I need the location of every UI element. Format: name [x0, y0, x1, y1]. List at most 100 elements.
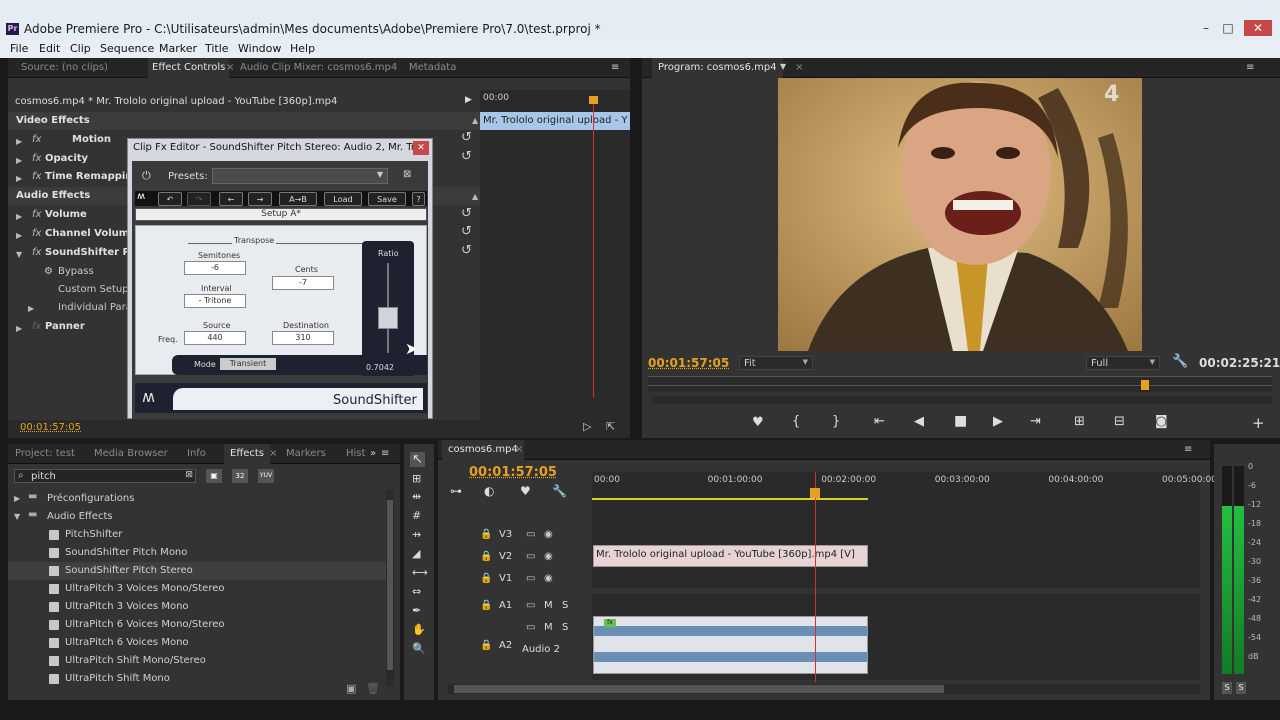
- program-timebar[interactable]: [648, 376, 1272, 392]
- param-bypass-icon[interactable]: ⚙: [44, 266, 53, 277]
- tree-presets[interactable]: Préconfigurations: [47, 493, 134, 504]
- camera-icon[interactable]: ◙: [1155, 414, 1168, 429]
- effect-list-item[interactable]: SoundShifter Pitch Stereo: [8, 562, 390, 580]
- collapse-icon[interactable]: ▼: [14, 512, 20, 521]
- audio-clip[interactable]: fx: [593, 616, 868, 674]
- effect-time-remapping[interactable]: Time Remapping: [45, 171, 140, 182]
- timeline-playhead-handle[interactable]: [810, 488, 820, 498]
- mute-button[interactable]: M: [544, 622, 553, 633]
- fx-editor-close-icon[interactable]: ✕: [413, 141, 429, 155]
- panel-menu-icon[interactable]: ≡: [1246, 62, 1254, 73]
- timeline-playhead[interactable]: [815, 472, 816, 682]
- next-arrow-button[interactable]: →: [248, 192, 272, 206]
- tab-program[interactable]: Program: cosmos6.mp4: [652, 58, 783, 78]
- tree-audio-effects[interactable]: Audio Effects: [47, 511, 113, 522]
- effect-list-item[interactable]: SoundShifter Pitch Mono: [8, 544, 390, 562]
- effect-opacity[interactable]: Opacity: [45, 153, 88, 164]
- timeline-timecode[interactable]: 00:01:57:05: [469, 465, 557, 480]
- menu-clip[interactable]: Clip: [70, 42, 91, 55]
- tab-effects[interactable]: Effects: [224, 444, 270, 464]
- go-to-out-icon[interactable]: ⇥: [1030, 414, 1041, 429]
- mark-in-icon[interactable]: {: [792, 414, 800, 429]
- expand-icon[interactable]: ▶: [14, 494, 20, 503]
- eye-icon[interactable]: ◉: [544, 529, 553, 540]
- panel-menu-icon[interactable]: ≡: [611, 62, 619, 73]
- wrench-icon[interactable]: 🔧: [1172, 354, 1188, 369]
- reset-icon[interactable]: ↺: [461, 206, 472, 221]
- mute-button[interactable]: M: [544, 600, 553, 611]
- lock-icon[interactable]: 🔒: [480, 529, 492, 540]
- add-marker-icon[interactable]: ♥: [520, 484, 531, 498]
- lock-icon[interactable]: 🔒: [480, 600, 492, 611]
- stop-icon[interactable]: ■: [954, 413, 967, 429]
- lock-icon[interactable]: 🔒: [480, 640, 492, 651]
- ripple-edit-tool-icon[interactable]: ⇹: [412, 490, 421, 503]
- ec-timecode[interactable]: 00:01:57:05: [20, 422, 81, 433]
- effect-list-item[interactable]: UltraPitch Shift Mono/Stereo: [8, 652, 390, 670]
- go-to-in-icon[interactable]: ⇤: [874, 414, 885, 429]
- interval-field[interactable]: - Tritone: [184, 294, 246, 308]
- solo-left-button[interactable]: S: [1222, 682, 1232, 694]
- step-back-icon[interactable]: ◀: [914, 414, 924, 429]
- param-custom-setup[interactable]: Custom Setup: [58, 284, 129, 295]
- menu-window[interactable]: Window: [238, 42, 281, 55]
- semitones-field[interactable]: -6: [184, 261, 246, 275]
- a-to-b-button[interactable]: A→B: [279, 192, 317, 206]
- program-current-timecode[interactable]: 00:01:57:05: [648, 356, 729, 370]
- new-folder-icon[interactable]: ▣: [346, 682, 356, 695]
- panel-menu-icon[interactable]: ≡: [381, 448, 389, 459]
- toggle-sync-icon[interactable]: ▭: [526, 529, 535, 540]
- work-area-bar[interactable]: [592, 498, 868, 500]
- source-freq-field[interactable]: 440: [184, 331, 246, 345]
- power-icon[interactable]: ⏻: [142, 169, 151, 183]
- lock-icon[interactable]: 🔒: [480, 551, 492, 562]
- tab-metadata[interactable]: Metadata: [409, 62, 456, 73]
- accelerated-filter-icon[interactable]: ▣: [206, 469, 222, 483]
- reset-icon[interactable]: ↺: [461, 149, 472, 164]
- effect-volume[interactable]: Volume: [45, 209, 87, 220]
- toggle-sync-icon[interactable]: ▭: [526, 551, 535, 562]
- slip-tool-icon[interactable]: ⟷: [412, 566, 428, 579]
- tab-markers[interactable]: Markers: [286, 448, 326, 459]
- eye-icon[interactable]: ◉: [544, 551, 553, 562]
- track-select-tool-icon[interactable]: ⊞: [412, 472, 421, 485]
- param-bypass[interactable]: Bypass: [58, 266, 94, 277]
- close-button[interactable]: ✕: [1244, 20, 1272, 36]
- linked-selection-icon[interactable]: ◐: [484, 484, 494, 498]
- solo-button[interactable]: S: [562, 622, 568, 633]
- collapse-icon[interactable]: ▲: [472, 192, 478, 201]
- menu-marker[interactable]: Marker: [159, 42, 197, 55]
- add-marker-icon[interactable]: ♥: [752, 415, 764, 430]
- toggle-sync-icon[interactable]: ▭: [526, 573, 535, 584]
- help-button[interactable]: ?: [412, 192, 425, 206]
- 32bit-filter-icon[interactable]: 32: [232, 469, 248, 483]
- tab-sequence[interactable]: cosmos6.mp4: [442, 440, 524, 460]
- hand-tool-icon[interactable]: ✋: [412, 623, 426, 636]
- reset-icon[interactable]: ↺: [461, 130, 472, 145]
- menu-sequence[interactable]: Sequence: [100, 42, 154, 55]
- effect-panner[interactable]: Panner: [45, 321, 85, 332]
- effects-search-input[interactable]: ⌕ pitch ⊠: [14, 469, 196, 483]
- effect-list-item[interactable]: UltraPitch 3 Voices Mono: [8, 598, 390, 616]
- panel-menu-icon[interactable]: ≡: [1184, 444, 1192, 455]
- setup-label[interactable]: Setup A*: [135, 208, 427, 221]
- tab-info[interactable]: Info: [187, 448, 206, 459]
- export-icon[interactable]: ⇱: [606, 420, 615, 433]
- reset-icon[interactable]: ↺: [461, 224, 472, 239]
- program-zoom-bar[interactable]: [652, 396, 1272, 404]
- maximize-button[interactable]: □: [1218, 20, 1238, 36]
- step-forward-icon[interactable]: ▶: [993, 414, 1003, 429]
- mode-selector[interactable]: Transient: [220, 358, 276, 370]
- effect-list-item[interactable]: UltraPitch 6 Voices Mono/Stereo: [8, 616, 390, 634]
- effect-list-item[interactable]: UltraPitch 6 Voices Mono: [8, 634, 390, 652]
- effect-list-item[interactable]: PitchShifter: [8, 526, 390, 544]
- zoom-tool-icon[interactable]: 🔍: [412, 642, 426, 655]
- chevron-down-icon[interactable]: ▼: [780, 62, 786, 71]
- rolling-edit-tool-icon[interactable]: #: [412, 509, 421, 522]
- mark-out-icon[interactable]: }: [832, 414, 840, 429]
- menu-file[interactable]: File: [10, 42, 28, 55]
- zoom-dropdown[interactable]: Fit ▼: [739, 356, 813, 370]
- program-playhead[interactable]: [1140, 380, 1149, 390]
- tab-close-icon[interactable]: ×: [515, 444, 523, 455]
- load-button[interactable]: Load: [324, 192, 362, 206]
